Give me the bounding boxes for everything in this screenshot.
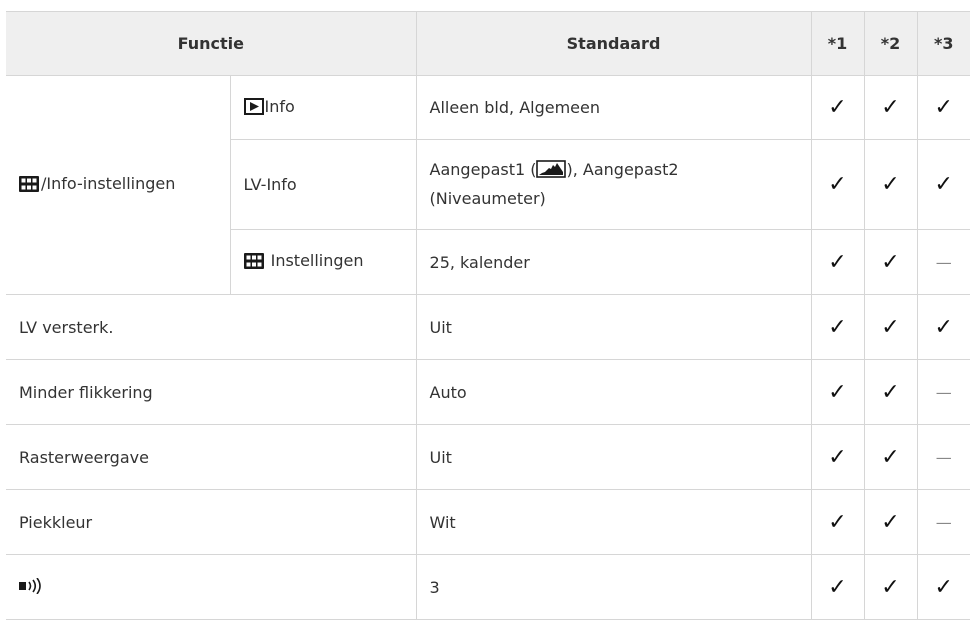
- settings-mark-1: ✓: [810, 229, 865, 295]
- check-mark: ✓: [934, 314, 953, 340]
- grid-standard: Uit: [415, 424, 812, 490]
- flicker-label: Minder flikkering: [6, 359, 417, 425]
- lvinfo-mark-3: ✓: [916, 139, 970, 230]
- header-c1: *1: [810, 11, 865, 76]
- check-mark: ✓: [828, 172, 847, 197]
- beep-mark-1: ✓: [810, 554, 865, 620]
- flicker-mark-3: —: [916, 359, 970, 425]
- check-mark: ✓: [828, 444, 847, 470]
- group-label: /Info-instellingen: [41, 174, 176, 193]
- grid-mark-3: —: [916, 424, 970, 490]
- grid-mark-1: ✓: [810, 424, 865, 490]
- check-mark: ✓: [828, 574, 847, 600]
- grid-icon: [19, 176, 39, 196]
- lvinfo-mark-1: ✓: [810, 139, 865, 230]
- peak-label: Piekkleur: [6, 489, 417, 555]
- histogram-icon: [536, 160, 567, 186]
- lvinfo-standard: Aangepast1 (), Aangepast2 (Niveaumeter): [415, 139, 812, 230]
- check-mark: ✓: [881, 509, 900, 535]
- table-row: LV versterk. Uit ✓ ✓ ✓: [6, 294, 970, 360]
- beep-mark-2: ✓: [863, 554, 918, 620]
- sound-icon: [19, 577, 45, 598]
- info-standard: Alleen bld, Algemeen: [415, 75, 812, 140]
- header-standard: Standaard: [415, 11, 812, 76]
- check-mark: ✓: [828, 249, 847, 275]
- lv-boost-mark-1: ✓: [810, 294, 865, 360]
- check-mark: ✓: [881, 172, 900, 197]
- dash-mark: —: [935, 512, 952, 532]
- info-mark-2: ✓: [863, 75, 918, 140]
- peak-mark-2: ✓: [863, 489, 918, 555]
- info-mark-1: ✓: [810, 75, 865, 140]
- settings-table: Functie Standaard *1 *2 *3 /Info-instell…: [6, 11, 970, 620]
- settings-standard: 25, kalender: [415, 229, 812, 295]
- lv-boost-mark-3: ✓: [916, 294, 970, 360]
- check-mark: ✓: [881, 249, 900, 275]
- flicker-mark-2: ✓: [863, 359, 918, 425]
- check-mark: ✓: [881, 444, 900, 470]
- dash-mark: —: [935, 252, 952, 272]
- flicker-mark-1: ✓: [810, 359, 865, 425]
- header-function: Functie: [6, 11, 417, 76]
- dash-mark: —: [935, 382, 952, 402]
- lv-boost-label: LV versterk.: [6, 294, 417, 360]
- check-mark: ✓: [828, 509, 847, 535]
- grid-label: Rasterweergave: [6, 424, 417, 490]
- settings-mark-3: —: [916, 229, 970, 295]
- table-row: Minder flikkering Auto ✓ ✓ —: [6, 359, 970, 425]
- check-mark: ✓: [828, 95, 847, 120]
- check-mark: ✓: [934, 574, 953, 600]
- play-icon: [243, 97, 264, 119]
- check-mark: ✓: [828, 314, 847, 340]
- lvinfo-mark-2: ✓: [863, 139, 918, 230]
- sub-settings-cell: Instellingen: [229, 229, 417, 295]
- lv-boost-mark-2: ✓: [863, 294, 918, 360]
- grid-icon: [243, 253, 264, 273]
- check-mark: ✓: [934, 95, 953, 120]
- beep-label-cell: [6, 554, 417, 620]
- check-mark: ✓: [881, 379, 900, 405]
- sub-settings-label: Instellingen: [270, 251, 364, 270]
- group-label-cell: /Info-instellingen: [6, 75, 231, 295]
- header-c2: *2: [863, 11, 918, 76]
- check-mark: ✓: [881, 574, 900, 600]
- peak-standard: Wit: [415, 489, 812, 555]
- lv-boost-standard: Uit: [415, 294, 812, 360]
- info-mark-3: ✓: [916, 75, 970, 140]
- header-c3: *3: [916, 11, 970, 76]
- beep-mark-3: ✓: [916, 554, 970, 620]
- sub-info-cell: Info: [229, 75, 417, 140]
- check-mark: ✓: [828, 379, 847, 405]
- dash-mark: —: [935, 447, 952, 467]
- flicker-standard: Auto: [415, 359, 812, 425]
- grid-mark-2: ✓: [863, 424, 918, 490]
- sub-lvinfo-label: LV-Info: [229, 139, 417, 230]
- header-row: Functie Standaard *1 *2 *3: [6, 11, 970, 76]
- peak-mark-3: —: [916, 489, 970, 555]
- lvinfo-standard-a: Aangepast1 (: [429, 160, 537, 179]
- sub-info-label: Info: [264, 96, 295, 116]
- table-row: /Info-instellingen Info Alleen bld, Alge…: [6, 75, 970, 295]
- table-row: Rasterweergave Uit ✓ ✓ —: [6, 424, 970, 490]
- check-mark: ✓: [934, 172, 953, 197]
- check-mark: ✓: [881, 95, 900, 120]
- beep-standard: 3: [415, 554, 812, 620]
- settings-mark-2: ✓: [863, 229, 918, 295]
- check-mark: ✓: [881, 314, 900, 340]
- peak-mark-1: ✓: [810, 489, 865, 555]
- table-row: Piekkleur Wit ✓ ✓ —: [6, 489, 970, 555]
- table-row: 3 ✓ ✓ ✓: [6, 554, 970, 620]
